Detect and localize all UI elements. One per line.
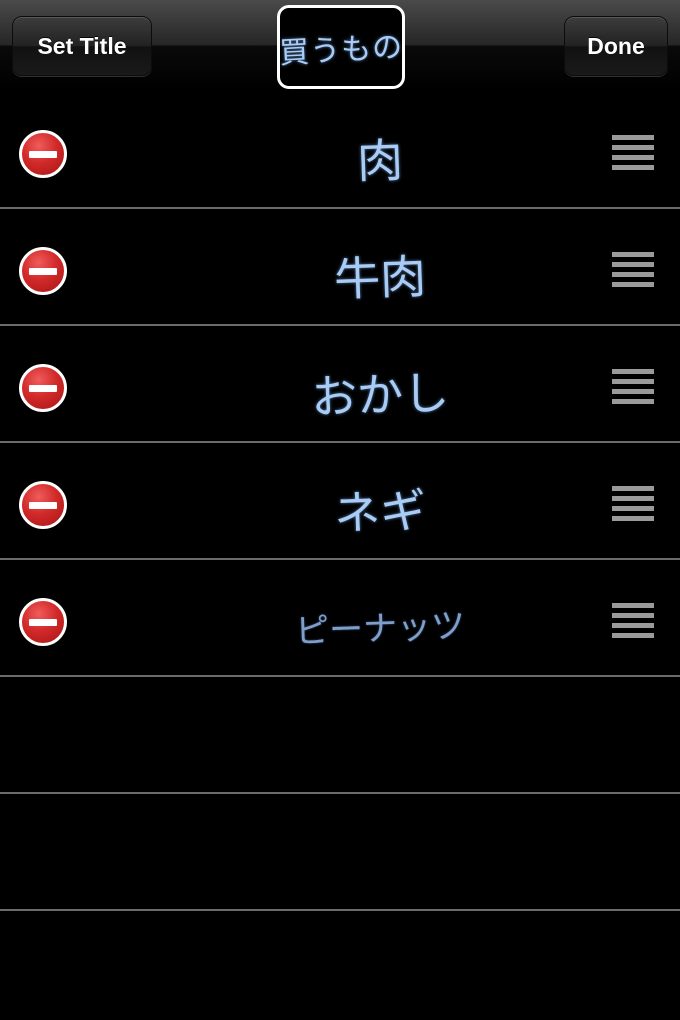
reorder-grip-icon[interactable] — [612, 486, 654, 522]
list-item-text: ピーナッツ — [294, 606, 466, 652]
reorder-grip-icon[interactable] — [612, 252, 654, 288]
reorder-grip-icon[interactable] — [612, 369, 654, 405]
empty-row — [0, 794, 680, 911]
reorder-grip-icon[interactable] — [612, 603, 654, 639]
done-button[interactable]: Done — [564, 16, 668, 76]
list-item: おかし — [0, 326, 680, 443]
list-item-text: おかし — [310, 365, 451, 424]
list-item-text: 牛肉 — [333, 248, 428, 307]
list-item: 牛肉 — [0, 209, 680, 326]
list-item: ピーナッツ — [0, 560, 680, 677]
list-title-text: 買うもの — [278, 29, 405, 72]
list-item: ネギ — [0, 443, 680, 560]
list-item-text: 肉 — [356, 132, 405, 189]
empty-row — [0, 677, 680, 794]
list-item-text: ネギ — [333, 482, 428, 541]
list-title[interactable]: 買うもの — [277, 5, 405, 89]
shopping-list: 肉 牛肉 おかし ネギ ピーナッツ — [0, 92, 680, 911]
navigation-bar: Set Title 買うもの Done — [0, 0, 680, 92]
list-item: 肉 — [0, 92, 680, 209]
reorder-grip-icon[interactable] — [612, 135, 654, 171]
set-title-button[interactable]: Set Title — [12, 16, 152, 76]
